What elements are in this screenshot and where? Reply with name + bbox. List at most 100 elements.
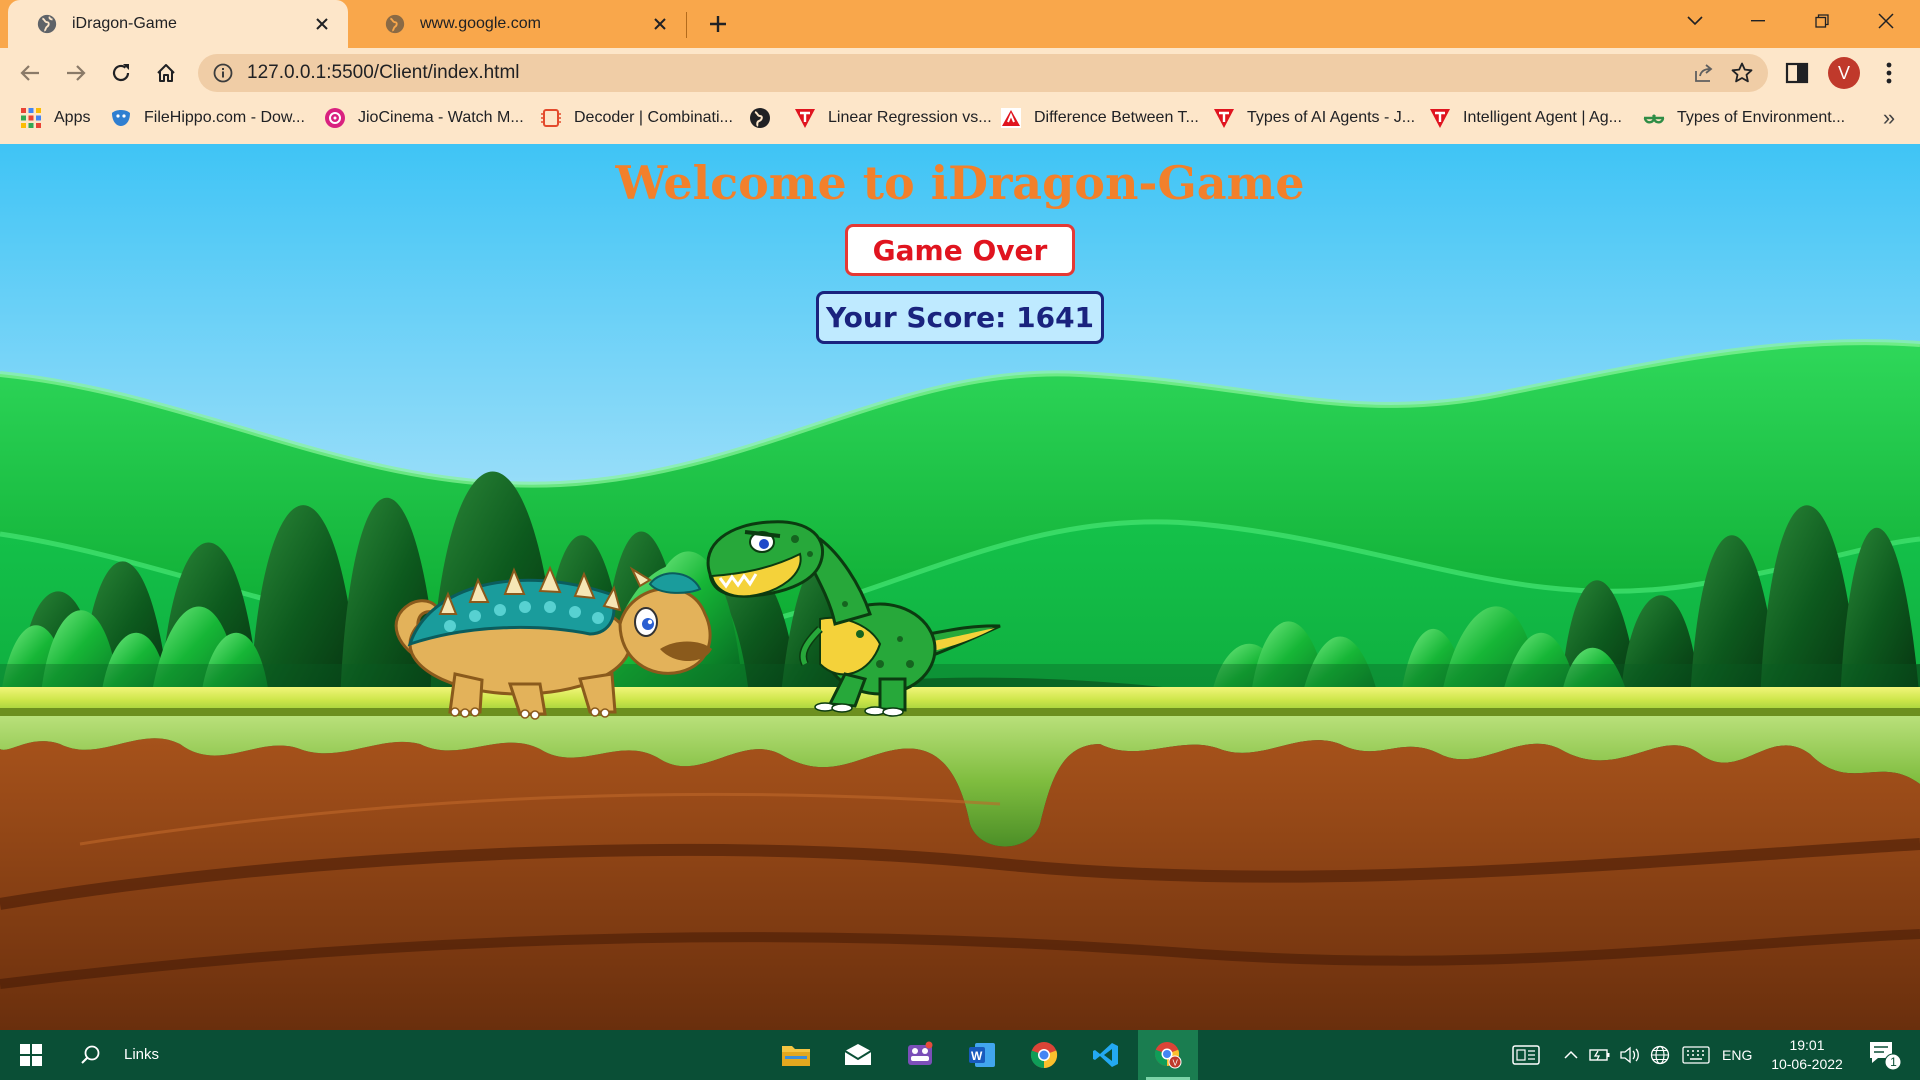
close-tab-icon[interactable]: [646, 10, 674, 38]
home-icon: [157, 64, 175, 82]
profile-avatar[interactable]: V: [1828, 57, 1860, 89]
taskbar-search-button[interactable]: [74, 1038, 108, 1072]
restore-button[interactable]: [1802, 6, 1842, 36]
taskbar-mail[interactable]: [828, 1030, 888, 1080]
battery-charging-icon: [1589, 1049, 1610, 1061]
close-window-button[interactable]: [1866, 6, 1906, 36]
bookmark-intelligent-agent[interactable]: Intelligent Agent | Ag...: [1429, 98, 1622, 138]
globe-icon: [385, 14, 405, 34]
clock[interactable]: 19:01 10-06-2022: [1765, 1036, 1849, 1074]
windows-logo-icon: [20, 1044, 42, 1066]
apps-grid-icon: [21, 108, 41, 128]
word-icon: W: [969, 1043, 995, 1067]
globe-icon: [750, 108, 770, 128]
notification-center-button[interactable]: 1: [1866, 1038, 1902, 1072]
chrome-icon: [1030, 1042, 1058, 1069]
volume-tray[interactable]: [1618, 1030, 1642, 1080]
notification-count: 1: [1890, 1055, 1897, 1069]
plus-icon: [710, 16, 726, 32]
back-button[interactable]: [14, 57, 46, 89]
tab-search-button[interactable]: [1675, 6, 1715, 36]
more-menu-icon[interactable]: [1876, 60, 1902, 86]
svg-text:W: W: [971, 1049, 983, 1063]
game-canvas[interactable]: Welcome to iDragon-Game Game Over Your S…: [0, 144, 1920, 1030]
reload-button[interactable]: [105, 57, 137, 89]
bookmark-difference-between[interactable]: Difference Between T...: [1000, 98, 1199, 138]
chrome-profile-icon: V: [1154, 1042, 1182, 1069]
star-icon[interactable]: [1730, 61, 1754, 85]
close-tab-icon[interactable]: [308, 10, 336, 38]
forward-button[interactable]: [60, 57, 92, 89]
news-widget-icon: [1512, 1045, 1540, 1065]
tutorial-red-icon: [795, 109, 815, 128]
bookmark-apps[interactable]: Apps: [20, 98, 90, 138]
jiocinema-icon: [325, 108, 345, 128]
bookmark-decoder[interactable]: Decoder | Combinati...: [540, 98, 733, 138]
bookmark-label: Apps: [54, 109, 91, 126]
bookmark-label: Intelligent Agent | Ag...: [1463, 109, 1622, 126]
url-text[interactable]: 127.0.0.1:5500/Client/index.html: [247, 54, 520, 92]
new-tab-button[interactable]: [700, 8, 736, 40]
clock-time: 19:01: [1789, 1037, 1825, 1053]
bookmark-label: Difference Between T...: [1034, 109, 1199, 126]
bookmark-label: Types of AI Agents - J...: [1247, 109, 1416, 126]
restore-icon: [1815, 14, 1829, 28]
keyboard-tray[interactable]: [1680, 1030, 1712, 1080]
bookmark-types-of-environment[interactable]: Types of Environment...: [1643, 98, 1845, 138]
bookmark-linear-regression[interactable]: Linear Regression vs...: [794, 98, 992, 138]
address-bar[interactable]: 127.0.0.1:5500/Client/index.html: [198, 54, 1768, 92]
volume-icon: [1620, 1046, 1639, 1064]
minimize-icon: [1751, 20, 1765, 22]
taskbar-chrome[interactable]: [1014, 1030, 1074, 1080]
start-button[interactable]: [14, 1038, 48, 1072]
tab-title: www.google.com: [420, 15, 541, 32]
tab-separator: [686, 12, 687, 38]
teams-icon: [908, 1041, 933, 1065]
taskbar-teams[interactable]: [890, 1030, 950, 1080]
show-hidden-icons[interactable]: [1560, 1030, 1582, 1080]
tab-idragon-game[interactable]: iDragon-Game: [8, 0, 348, 48]
bookmark-jiocinema[interactable]: JioCinema - Watch M...: [324, 98, 524, 138]
minimize-button[interactable]: [1738, 6, 1778, 36]
keyboard-icon: [1682, 1046, 1710, 1064]
side-panel-icon[interactable]: [1784, 60, 1810, 86]
arrow-left-icon: [20, 65, 39, 81]
bookmarks-bar: Apps FileHippo.com - Dow... JioCinema - …: [0, 98, 1920, 144]
score-display: Your Score: 1641: [816, 291, 1104, 344]
chevron-up-icon: [1564, 1050, 1578, 1059]
bookmark-globe[interactable]: [749, 98, 783, 138]
geeks-green-icon: [1643, 114, 1665, 124]
bookmark-filehippo[interactable]: FileHippo.com - Dow...: [110, 98, 305, 138]
decoder-icon: [541, 109, 561, 127]
tab-google[interactable]: www.google.com: [356, 0, 686, 48]
arrow-right-icon: [67, 65, 86, 81]
taskbar-word[interactable]: W: [952, 1030, 1012, 1080]
file-explorer-icon: [782, 1046, 810, 1066]
more-bookmarks-chevron-icon[interactable]: »: [1878, 106, 1900, 130]
tab-strip: iDragon-Game www.google.com: [0, 0, 1920, 48]
taskbar-vscode[interactable]: [1076, 1030, 1136, 1080]
bookmark-label: FileHippo.com - Dow...: [144, 109, 305, 126]
taskbar-file-explorer[interactable]: [766, 1030, 826, 1080]
network-tray[interactable]: [1648, 1030, 1672, 1080]
bookmark-label: Decoder | Combinati...: [574, 109, 733, 126]
battery-tray[interactable]: [1588, 1030, 1612, 1080]
home-button[interactable]: [150, 57, 182, 89]
taskbar-search-label[interactable]: Links: [124, 1030, 159, 1080]
bookmark-types-of-ai-agents[interactable]: Types of AI Agents - J...: [1213, 98, 1415, 138]
svg-text:V: V: [1173, 1059, 1179, 1068]
tab-title: iDragon-Game: [72, 15, 177, 32]
game-title: Welcome to iDragon-Game: [615, 156, 1305, 210]
taskbar-chrome-profile[interactable]: V: [1138, 1030, 1198, 1080]
bookmark-label: Linear Regression vs...: [828, 109, 992, 126]
game-background: [0, 144, 1920, 1030]
touch-keyboard-tray[interactable]: [1510, 1030, 1542, 1080]
reload-icon: [112, 64, 130, 82]
bookmark-label: JioCinema - Watch M...: [358, 109, 524, 126]
share-icon[interactable]: [1692, 61, 1716, 85]
close-icon: [1878, 13, 1894, 29]
browser-toolbar: 127.0.0.1:5500/Client/index.html V: [0, 48, 1920, 98]
language-indicator[interactable]: ENG: [1722, 1030, 1752, 1080]
info-icon[interactable]: [212, 62, 234, 84]
search-icon: [81, 1045, 100, 1064]
